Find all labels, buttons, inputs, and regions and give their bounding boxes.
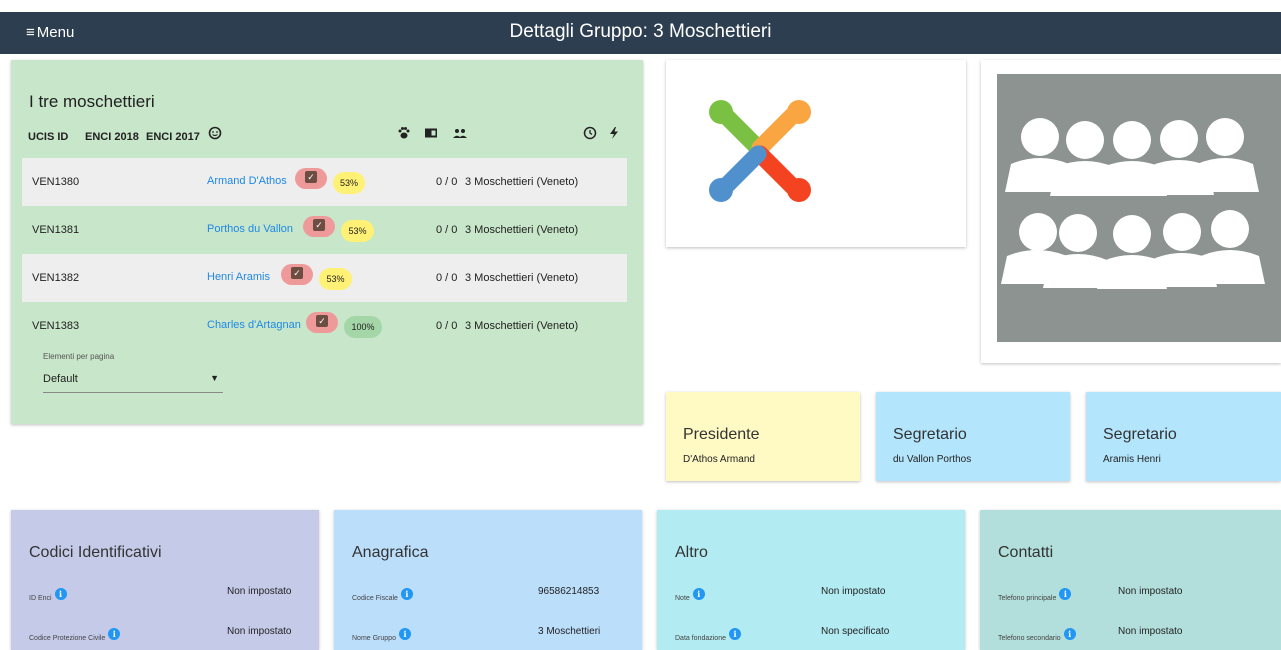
logo-card [666, 60, 966, 247]
group-photo [997, 74, 1281, 342]
info-label: Codice Fiscale [352, 595, 398, 602]
dropdown-arrow-icon[interactable]: ▼ [210, 373, 219, 383]
info-value: Non impostato [821, 586, 886, 597]
member-group: 3 Moschettieri (Veneto) [465, 320, 579, 332]
role-card-secretary: Segretario Aramis Henri [1086, 392, 1281, 481]
info-label: Note [675, 595, 690, 602]
joomla-logo-icon [709, 100, 811, 202]
completion-badge: 53% [333, 172, 365, 194]
info-row: Codice Protezione Civile i Non impostato [29, 622, 319, 642]
info-row: Telefono secondario i Non impostato [998, 622, 1281, 642]
people-icon[interactable] [452, 126, 468, 143]
info-row: Data fondazione i Non specificato [675, 622, 965, 642]
col-enci-2018[interactable]: ENCI 2018 [85, 131, 139, 143]
member-id: VEN1381 [32, 224, 80, 236]
info-row: ID Enci i Non impostato [29, 582, 319, 602]
bolt-icon[interactable] [609, 126, 619, 143]
table-row[interactable]: VEN1381 Porthos du Vallon ✓ 53% 0 / 0 3 … [22, 206, 627, 254]
role-person: du Vallon Porthos [893, 454, 972, 465]
member-name-link[interactable]: Charles d'Artagnan [207, 319, 301, 331]
info-card-title: Codici Identificativi [29, 544, 162, 561]
role-person: Aramis Henri [1103, 454, 1161, 465]
info-icon[interactable]: i [1063, 628, 1076, 640]
certificate-badge[interactable]: ✓ [281, 264, 313, 285]
table-row[interactable]: VEN1380 Armand D'Athos ✓ 53% 0 / 0 3 Mos… [22, 158, 627, 206]
info-icon[interactable]: i [400, 588, 413, 600]
info-value: Non impostato [1118, 586, 1183, 597]
member-id: VEN1382 [32, 272, 80, 284]
face-icon[interactable] [208, 126, 222, 143]
role-card-president: Presidente D'Athos Armand [666, 392, 860, 481]
member-group: 3 Moschettieri (Veneto) [465, 272, 579, 284]
role-title: Segretario [893, 426, 967, 443]
completion-badge: 100% [344, 316, 382, 338]
info-row: Telefono principale i Non impostato [998, 582, 1281, 602]
info-label: ID Enci [29, 595, 52, 602]
completion-badge: 53% [341, 220, 374, 242]
member-score: 0 / 0 [436, 272, 458, 284]
clock-icon[interactable] [583, 126, 597, 143]
info-value: Non impostato [227, 626, 292, 637]
clipboard-check-icon: ✓ [305, 171, 317, 183]
clipboard-check-icon: ✓ [316, 315, 328, 327]
certificate-badge[interactable]: ✓ [295, 168, 327, 189]
id-card-icon[interactable] [424, 126, 438, 143]
per-page-value[interactable]: Default [43, 373, 78, 385]
completion-badge: 53% [319, 268, 352, 290]
info-icon[interactable]: i [54, 588, 67, 600]
member-group: 3 Moschettieri (Veneto) [465, 176, 579, 188]
info-card-title: Contatti [998, 544, 1054, 561]
top-bar: ≡ Menu Dettagli Gruppo: 3 Moschettieri [0, 12, 1281, 54]
info-icon[interactable]: i [692, 588, 705, 600]
clipboard-check-icon: ✓ [313, 219, 325, 231]
per-page-label: Elementi per pagina [43, 352, 115, 361]
member-score: 0 / 0 [436, 224, 458, 236]
info-card-title: Anagrafica [352, 544, 429, 561]
table-row[interactable]: VEN1383 Charles d'Artagnan ✓ 100% 0 / 0 … [22, 302, 627, 350]
certificate-badge[interactable]: ✓ [303, 216, 335, 237]
info-card-registry: Anagrafica Codice Fiscale i 96586214853 N… [334, 510, 642, 650]
info-card-identifiers: Codici Identificativi ID Enci i Non impos… [11, 510, 319, 650]
info-value: Non impostato [1118, 626, 1183, 637]
info-label: Telefono principale [998, 595, 1057, 602]
members-card: I tre moschettieri UCIS ID ENCI 2018 ENC… [11, 60, 643, 424]
per-page-select[interactable]: Default ▼ [43, 370, 223, 393]
member-score: 0 / 0 [436, 176, 458, 188]
member-name-link[interactable]: Henri Aramis [207, 271, 270, 283]
page-title: Dettagli Gruppo: 3 Moschettieri [509, 21, 772, 42]
role-title: Presidente [683, 426, 760, 443]
info-row: Note i Non impostato [675, 582, 965, 602]
paw-icon[interactable] [397, 126, 411, 143]
group-silhouette-icon [1001, 118, 1265, 289]
member-group: 3 Moschettieri (Veneto) [465, 224, 579, 236]
info-icon[interactable]: i [108, 628, 121, 640]
info-value: Non specificato [821, 626, 890, 637]
member-name-link[interactable]: Porthos du Vallon [207, 223, 293, 235]
members-title: I tre moschettieri [29, 92, 155, 111]
member-name-link[interactable]: Armand D'Athos [207, 175, 287, 187]
member-id: VEN1380 [32, 176, 80, 188]
role-title: Segretario [1103, 426, 1177, 443]
info-value: 3 Moschettieri [538, 626, 601, 637]
role-person: D'Athos Armand [683, 454, 755, 465]
member-score: 0 / 0 [436, 320, 458, 332]
col-ucis-id[interactable]: UCIS ID [28, 131, 68, 143]
info-card-other: Altro Note i Non impostato Data fondazion… [657, 510, 965, 650]
info-icon[interactable]: i [398, 628, 411, 640]
table-row[interactable]: VEN1382 Henri Aramis ✓ 53% 0 / 0 3 Mosch… [22, 254, 627, 302]
role-card-secretary: Segretario du Vallon Porthos [876, 392, 1070, 481]
info-card-contacts: Contatti Telefono principale i Non impost… [980, 510, 1281, 650]
info-card-title: Altro [675, 544, 708, 561]
col-enci-2017[interactable]: ENCI 2017 [146, 131, 200, 143]
clipboard-check-icon: ✓ [291, 267, 303, 279]
member-id: VEN1383 [32, 320, 80, 332]
group-photo-card [981, 60, 1281, 363]
certificate-badge[interactable]: ✓ [306, 312, 338, 333]
info-row: Nome Gruppo i 3 Moschettieri [352, 622, 642, 642]
info-icon[interactable]: i [728, 628, 741, 640]
info-value: Non impostato [227, 586, 292, 597]
info-row: Codice Fiscale i 96586214853 [352, 582, 642, 602]
info-icon[interactable]: i [1059, 588, 1072, 600]
info-value: 96586214853 [538, 586, 600, 597]
